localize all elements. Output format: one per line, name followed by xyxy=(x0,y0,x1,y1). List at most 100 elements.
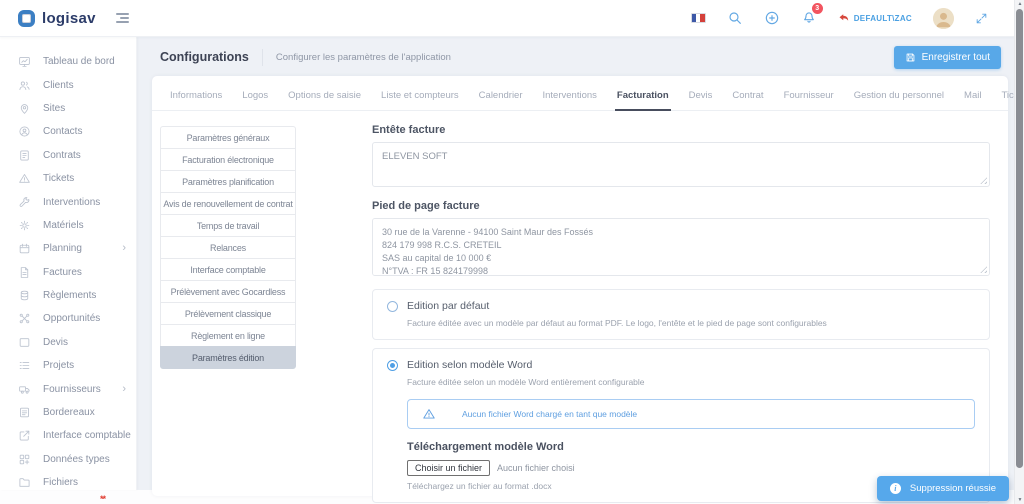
notification-badge: 3 xyxy=(811,2,824,15)
sidebar-item-label: Sites xyxy=(43,103,65,114)
submenu-item-reglement-en-ligne[interactable]: Règlement en ligne xyxy=(160,324,296,347)
option-word-radio-row[interactable]: Edition selon modèle Word xyxy=(387,359,975,371)
option-default-label: Edition par défaut xyxy=(407,300,489,312)
invoice-footer-label: Pied de page facture xyxy=(372,200,990,212)
invoice-footer-textarea[interactable]: 30 rue de la Varenne - 94100 Saint Maur … xyxy=(372,218,990,276)
opportunities-icon xyxy=(18,312,31,325)
invoice-header-textarea[interactable]: ELEVEN SOFT xyxy=(372,142,990,187)
word-alert-text: Aucun fichier Word chargé en tant que mo… xyxy=(462,409,637,419)
vertical-scrollbar[interactable]: ▲ ▼ xyxy=(1014,0,1024,504)
tickets-icon xyxy=(18,172,31,185)
projects-icon xyxy=(18,359,31,372)
submenu-item-avis-renouvellement-contrat[interactable]: Avis de renouvellement de contrat xyxy=(160,192,296,215)
sidebar-item-clients[interactable]: Clients xyxy=(0,73,136,96)
submenu-item-parametres-generaux[interactable]: Paramètres généraux xyxy=(160,126,296,149)
sidebar-item-label: Tickets xyxy=(43,173,74,184)
sidebar-item-opportunities[interactable]: Opportunités xyxy=(0,307,136,330)
sidebar-item-quotes[interactable]: Devis xyxy=(0,331,136,354)
sidebar-item-sites[interactable]: Sites xyxy=(0,97,136,120)
sidebar-item-label: Devis xyxy=(43,337,68,348)
tab-devis[interactable]: Devis xyxy=(687,90,715,111)
facturation-submenu: Paramètres généraux Facturation électron… xyxy=(160,126,296,504)
submenu-item-parametres-edition[interactable]: Paramètres édition xyxy=(160,346,296,369)
sidebar-item-accounting-interface[interactable]: Interface comptable xyxy=(0,424,136,447)
avatar[interactable] xyxy=(933,8,954,29)
sidebar-item-planning[interactable]: Planning› xyxy=(0,237,136,260)
tab-fournisseur[interactable]: Fournisseur xyxy=(782,90,836,111)
tab-informations[interactable]: Informations xyxy=(168,90,224,111)
sites-icon xyxy=(18,102,31,115)
save-all-label: Enregistrer tout xyxy=(922,52,990,63)
toast-message: Suppression réussie xyxy=(910,483,996,494)
sidebar: Tableau de bord Clients Sites Contacts C… xyxy=(0,37,137,490)
sidebar-item-tickets[interactable]: Tickets xyxy=(0,167,136,190)
clients-icon xyxy=(18,79,31,92)
logo[interactable]: logisav xyxy=(0,10,96,27)
session-back-icon xyxy=(838,12,850,24)
materials-icon xyxy=(18,219,31,232)
word-template-alert: Aucun fichier Word chargé en tant que mo… xyxy=(407,399,975,429)
scroll-up-arrow-icon[interactable]: ▲ xyxy=(1015,1,1024,7)
toast-notification: i Suppression réussie xyxy=(877,476,1009,501)
accounting-interface-icon xyxy=(18,429,31,442)
tab-logos[interactable]: Logos xyxy=(240,90,270,111)
session-user[interactable]: DEFAULT\ZAC xyxy=(838,12,912,24)
save-all-button[interactable]: Enregistrer tout xyxy=(894,46,1001,69)
submenu-item-temps-de-travail[interactable]: Temps de travail xyxy=(160,214,296,237)
submenu-item-prelevement-classique[interactable]: Prélèvement classique xyxy=(160,302,296,325)
invoices-icon xyxy=(18,266,31,279)
submenu-item-parametres-planification[interactable]: Paramètres planification xyxy=(160,170,296,193)
sidebar-item-contracts[interactable]: Contrats xyxy=(0,144,136,167)
tab-liste-et-compteurs[interactable]: Liste et compteurs xyxy=(379,90,461,111)
radio-checked-icon[interactable] xyxy=(387,360,398,371)
payments-icon xyxy=(18,289,31,302)
choose-file-button[interactable]: Choisir un fichier xyxy=(407,460,490,476)
scroll-down-arrow-icon[interactable]: ▼ xyxy=(1015,497,1024,503)
sidebar-item-label: Factures xyxy=(43,267,82,278)
search-icon[interactable] xyxy=(727,10,743,26)
submenu-item-facturation-electronique[interactable]: Facturation électronique xyxy=(160,148,296,171)
fullscreen-icon[interactable] xyxy=(975,12,988,25)
sidebar-item-label: Planning xyxy=(43,243,82,254)
sidebar-item-label: Tableau de bord xyxy=(43,56,115,67)
sidebar-item-contacts[interactable]: Contacts xyxy=(0,120,136,143)
contracts-icon xyxy=(18,149,31,162)
tab-options-de-saisie[interactable]: Options de saisie xyxy=(286,90,363,111)
option-default-radio-row[interactable]: Edition par défaut xyxy=(387,300,975,312)
sidebar-item-data-types[interactable]: Données types xyxy=(0,448,136,471)
submenu-item-relances[interactable]: Relances xyxy=(160,236,296,259)
slips-icon xyxy=(18,406,31,419)
invoice-header-label: Entête facture xyxy=(372,124,990,136)
notifications-bell-icon[interactable]: 3 xyxy=(801,8,817,29)
tab-contrat[interactable]: Contrat xyxy=(730,90,765,111)
sidebar-item-files[interactable]: Fichiers xyxy=(0,471,136,490)
quotes-icon xyxy=(18,336,31,349)
menu-toggle-icon[interactable] xyxy=(112,9,133,27)
submenu-item-interface-comptable[interactable]: Interface comptable xyxy=(160,258,296,281)
sidebar-item-interventions[interactable]: Interventions xyxy=(0,190,136,213)
submenu-item-prelevement-gocardless[interactable]: Prélèvement avec Gocardless xyxy=(160,280,296,303)
sidebar-item-dashboard[interactable]: Tableau de bord xyxy=(0,50,136,73)
sidebar-item-label: Interventions xyxy=(43,197,100,208)
tab-facturation[interactable]: Facturation xyxy=(615,90,671,111)
tab-mail[interactable]: Mail xyxy=(962,90,983,111)
quick-add-icon[interactable] xyxy=(764,10,780,26)
tab-gestion-du-personnel[interactable]: Gestion du personnel xyxy=(852,90,946,111)
sidebar-item-label: Opportunités xyxy=(43,313,100,324)
dashboard-icon xyxy=(18,55,31,68)
radio-unchecked-icon[interactable] xyxy=(387,301,398,312)
tab-interventions[interactable]: Interventions xyxy=(541,90,599,111)
sidebar-item-projects[interactable]: Projets xyxy=(0,354,136,377)
sidebar-item-label: Interface comptable xyxy=(43,430,131,441)
language-flag-icon[interactable] xyxy=(691,13,706,23)
sidebar-item-payments[interactable]: Règlements xyxy=(0,284,136,307)
sidebar-item-materials[interactable]: Matériels xyxy=(0,214,136,237)
avatar-image xyxy=(933,8,954,29)
scrollbar-thumb[interactable] xyxy=(1016,9,1023,468)
sidebar-item-invoices[interactable]: Factures xyxy=(0,261,136,284)
sidebar-item-suppliers[interactable]: Fournisseurs› xyxy=(0,377,136,400)
contacts-icon xyxy=(18,125,31,138)
save-icon xyxy=(905,52,916,63)
sidebar-item-slips[interactable]: Bordereaux xyxy=(0,401,136,424)
tab-calendrier[interactable]: Calendrier xyxy=(477,90,525,111)
